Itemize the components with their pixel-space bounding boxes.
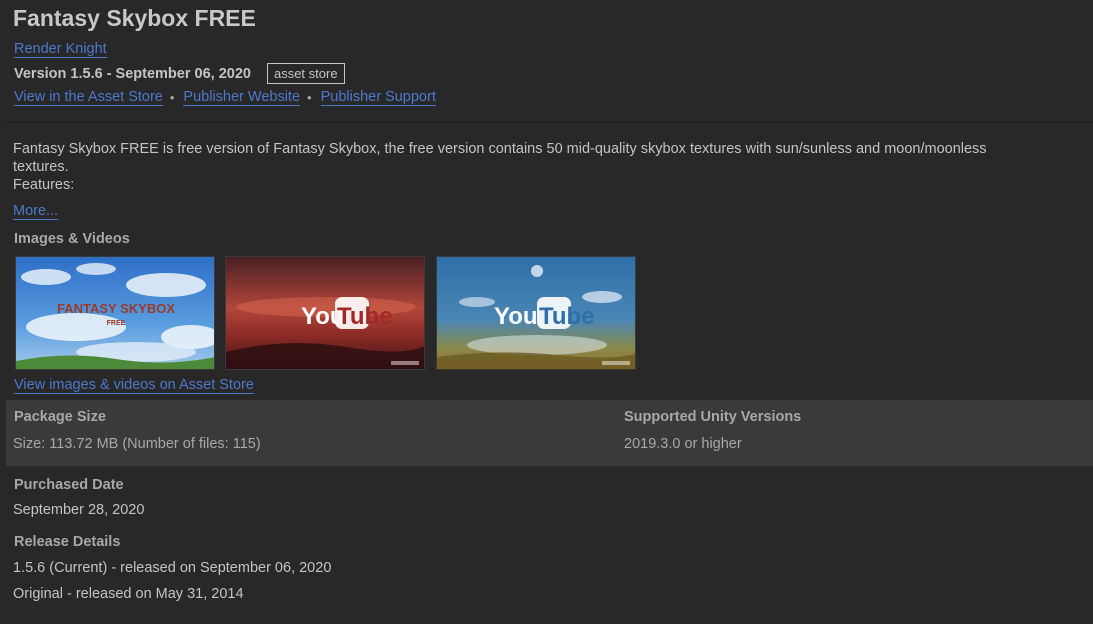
youtube-tube-text: Tube: [539, 303, 595, 330]
purchased-date-label: Purchased Date: [14, 477, 124, 493]
media-thumbnail-2[interactable]: You Tube: [225, 256, 425, 370]
link-separator: •: [169, 90, 175, 105]
release-original-value: Original - released on May 31, 2014: [13, 586, 244, 602]
package-size-value: Size: 113.72 MB (Number of files: 115): [13, 436, 261, 452]
author-link[interactable]: Render Knight: [14, 41, 107, 58]
asset-store-tag: asset store: [266, 63, 345, 84]
header-divider: [6, 122, 1093, 123]
version-row: Version 1.5.6 - September 06, 2020 asset…: [14, 63, 345, 84]
unity-versions-value: 2019.3.0 or higher: [624, 436, 742, 452]
package-size-label: Package Size: [14, 409, 106, 425]
view-in-asset-store-link[interactable]: View in the Asset Store: [14, 89, 163, 106]
youtube-tube-text: Tube: [337, 303, 393, 330]
release-details-label: Release Details: [14, 534, 121, 550]
description-line: Fantasy Skybox FREE is free version of F…: [13, 141, 987, 157]
link-separator: •: [307, 90, 312, 105]
links-row: View in the Asset Store • Publisher Webs…: [14, 89, 436, 106]
unity-versions-label: Supported Unity Versions: [624, 409, 802, 425]
video-preview-image: You Tube: [437, 257, 635, 369]
package-description: Fantasy Skybox FREE is free version of F…: [13, 140, 1093, 197]
media-thumbnail-3[interactable]: You Tube: [436, 256, 636, 370]
media-thumbnail-1[interactable]: FANTASY SKYBOX FREE: [15, 256, 215, 370]
package-details-page: Fantasy Skybox FREE Render Knight Versio…: [0, 0, 1093, 624]
version-text: Version 1.5.6 - September 06, 2020: [14, 65, 251, 82]
images-videos-heading: Images & Videos: [14, 231, 130, 247]
size-versions-band: [6, 400, 1093, 466]
publisher-support-link[interactable]: Publisher Support: [320, 89, 436, 106]
publisher-website-link[interactable]: Publisher Website: [183, 89, 301, 106]
skybox-preview-image: FANTASY SKYBOX FREE: [16, 257, 214, 369]
thumbnail-subtitle-text: FREE: [107, 320, 126, 327]
purchased-date-value: September 28, 2020: [13, 502, 145, 518]
description-line: textures.: [13, 159, 69, 175]
youtube-you-text: You: [494, 303, 538, 330]
release-current-value: 1.5.6 (Current) - released on September …: [13, 560, 332, 576]
view-media-on-asset-store-link[interactable]: View images & videos on Asset Store: [14, 377, 254, 394]
package-title: Fantasy Skybox FREE: [13, 5, 256, 31]
description-line: Features:: [13, 177, 75, 193]
thumbnail-title-text: FANTASY SKYBOX: [57, 301, 175, 316]
video-preview-image: You Tube: [226, 257, 424, 369]
more-link[interactable]: More...: [13, 203, 59, 220]
